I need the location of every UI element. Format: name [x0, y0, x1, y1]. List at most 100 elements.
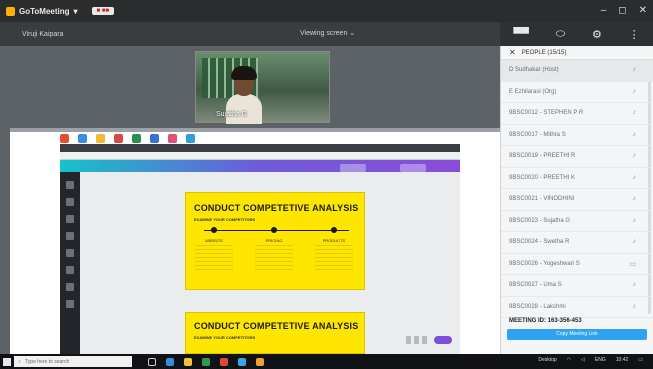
people-panel-title: PEOPLE (15/15) — [521, 49, 567, 56]
participant-row[interactable]: E Ezhilarasi (Org) ♪ — [501, 82, 653, 103]
timeline-dot — [211, 227, 217, 233]
dropdown-chevron-icon[interactable]: ▾ — [74, 7, 78, 16]
participant-row[interactable]: 9BSC0017 - Mithra S ♪ — [501, 125, 653, 146]
app-icon — [168, 133, 177, 143]
canva-editor-bar — [60, 160, 460, 172]
close-panel-icon[interactable]: ✕ — [509, 48, 516, 57]
video-icon[interactable]: ▭ — [629, 260, 636, 268]
help-button — [434, 336, 452, 344]
slide-subtitle: Examine your competitors — [194, 217, 256, 222]
more-icon[interactable]: ⋮ — [629, 28, 640, 41]
taskbar-apps — [148, 357, 264, 366]
app-icon — [132, 133, 141, 143]
meeting-strip: Viruji Kaipara Viewing screen ⌄ — [0, 22, 500, 46]
chat-icon[interactable]: ⬭ — [556, 28, 565, 41]
mic-icon[interactable]: ♪ — [633, 195, 637, 202]
column-body-text — [195, 245, 233, 273]
webcam-tile[interactable]: Sujatha G — [195, 51, 330, 124]
search-placeholder: Type here to search — [25, 358, 70, 365]
browser-address-bar — [60, 152, 460, 160]
gotomeeting-icon[interactable] — [256, 357, 264, 366]
maximize-button[interactable]: ◻ — [618, 5, 626, 16]
people-panel-header: ✕ PEOPLE (15/15) — [501, 46, 653, 60]
settings-icon[interactable]: ⚙ — [592, 28, 602, 41]
mic-icon[interactable]: ♪ — [633, 217, 637, 224]
webcam-label: Sujatha G — [216, 111, 248, 118]
file-explorer-icon[interactable] — [184, 357, 192, 366]
column-label: PRICING — [265, 238, 283, 243]
elements-icon — [66, 198, 74, 206]
chrome-icon[interactable] — [220, 357, 228, 366]
app-window: GoToMeeting ▾ ■ ■■ – ◻ ✕ Viruji Kaipara … — [0, 0, 653, 369]
participant-row[interactable]: 9BSC0027 - Uma S ♪ — [501, 275, 653, 297]
canvas-controls — [406, 336, 430, 344]
edge-icon[interactable] — [166, 357, 174, 366]
task-view-icon[interactable] — [148, 357, 156, 366]
right-toolbar: ▀▀ ⬭ ⚙ ⋮ — [500, 22, 653, 46]
mic-icon[interactable]: ♪ — [633, 66, 637, 73]
participant-row[interactable]: 9BSC0012 - STEPHEN P R ♪ — [501, 103, 653, 125]
participant-name: 9BSC0023 - Sujatha G — [509, 217, 571, 224]
app-icon — [96, 133, 105, 143]
copy-meeting-link-button[interactable]: Copy Meeting Link — [507, 329, 647, 340]
notifications-icon[interactable]: ▭ — [638, 357, 643, 363]
screen-share-icon[interactable]: ▀▀ — [513, 28, 529, 40]
participant-row[interactable]: D Sudhakar (Host) ♪ — [501, 60, 653, 82]
participant-row[interactable]: 9BSC0019 - PREETHI R ♪ — [501, 146, 653, 168]
start-button[interactable] — [0, 354, 14, 369]
mic-icon[interactable]: ♪ — [633, 238, 637, 245]
participant-name: E Ezhilarasi (Org) — [509, 88, 557, 95]
store-icon[interactable] — [202, 357, 210, 366]
app-icon[interactable] — [238, 357, 246, 366]
mic-icon[interactable]: ♪ — [633, 88, 637, 95]
participant-row[interactable]: 9BSC0023 - Sujatha G ♪ — [501, 211, 653, 232]
participant-row[interactable]: 9BSC0020 - PREETHI K ♪ — [501, 168, 653, 189]
participant-body — [226, 94, 262, 124]
templates-icon — [66, 181, 74, 189]
windows-logo-icon — [3, 357, 11, 366]
people-panel: ✕ PEOPLE (15/15) D Sudhakar (Host) ♪ E Ezh… — [500, 46, 653, 354]
volume-icon[interactable]: ◁ — [581, 357, 585, 363]
language-indicator[interactable]: ENG — [595, 357, 606, 363]
text-icon — [66, 249, 74, 257]
video-stage: Sujatha G CONDUCT COMPETETIVE ANALYSIS E… — [0, 46, 500, 354]
mic-icon[interactable]: ♪ — [633, 109, 637, 116]
app-icon — [78, 133, 87, 143]
slide-subtitle: Examine your competitors — [194, 335, 256, 340]
participant-name: 9BSC0028 - Lakshmi — [509, 303, 566, 310]
app-icon — [60, 133, 69, 143]
column-body-text — [255, 245, 293, 273]
participant-row[interactable]: 9BSC0021 - VINODHINI ♪ — [501, 189, 653, 211]
minimize-button[interactable]: – — [601, 5, 607, 16]
participant-row[interactable]: 9BSC0026 - Yogeshwari S ▭ — [501, 254, 653, 275]
participant-name: D Sudhakar (Host) — [509, 67, 559, 73]
participant-row[interactable]: 9BSC0024 - Swetha R ♪ — [501, 232, 653, 254]
participant-name: 9BSC0021 - VINODHINI — [509, 196, 575, 202]
slide-card: CONDUCT COMPETETIVE ANALYSIS Examine you… — [185, 312, 365, 354]
mic-icon[interactable]: ♪ — [633, 303, 637, 310]
network-icon[interactable]: ◠ — [567, 357, 571, 363]
timeline-dot — [331, 227, 337, 233]
participant-name: 9BSC0024 - Swetha R — [509, 239, 570, 245]
mic-icon[interactable]: ♪ — [633, 152, 637, 159]
participant-name: 9BSC0017 - Mithra S — [509, 131, 566, 138]
windows-taskbar: ○ Type here to search Desktop ◠ ◁ ENG 10… — [0, 354, 653, 369]
folders-icon — [66, 300, 74, 308]
close-button[interactable]: ✕ — [639, 5, 647, 16]
app-icon — [150, 133, 159, 143]
mic-icon[interactable]: ♪ — [633, 131, 637, 138]
uploads-icon — [66, 215, 74, 223]
mic-icon[interactable]: ♪ — [633, 174, 637, 181]
canva-sidebar — [60, 172, 80, 354]
taskbar-search[interactable]: ○ Type here to search — [14, 356, 132, 367]
gotomeeting-logo-icon — [6, 6, 15, 16]
viewing-screen-dropdown[interactable]: Viewing screen ⌄ — [300, 29, 355, 37]
timeline-dot — [271, 227, 277, 233]
clock[interactable]: 10:42 — [616, 357, 629, 363]
participant-name: 9BSC0027 - Uma S — [509, 282, 562, 288]
column-label: PRODUCTS — [322, 238, 346, 243]
system-tray: Desktop ◠ ◁ ENG 10:42 ▭ — [538, 357, 643, 363]
participant-row[interactable]: 9BSC0028 - Lakshmi ♪ — [501, 297, 653, 318]
browser-tabs — [60, 144, 460, 152]
mic-icon[interactable]: ♪ — [633, 281, 637, 288]
